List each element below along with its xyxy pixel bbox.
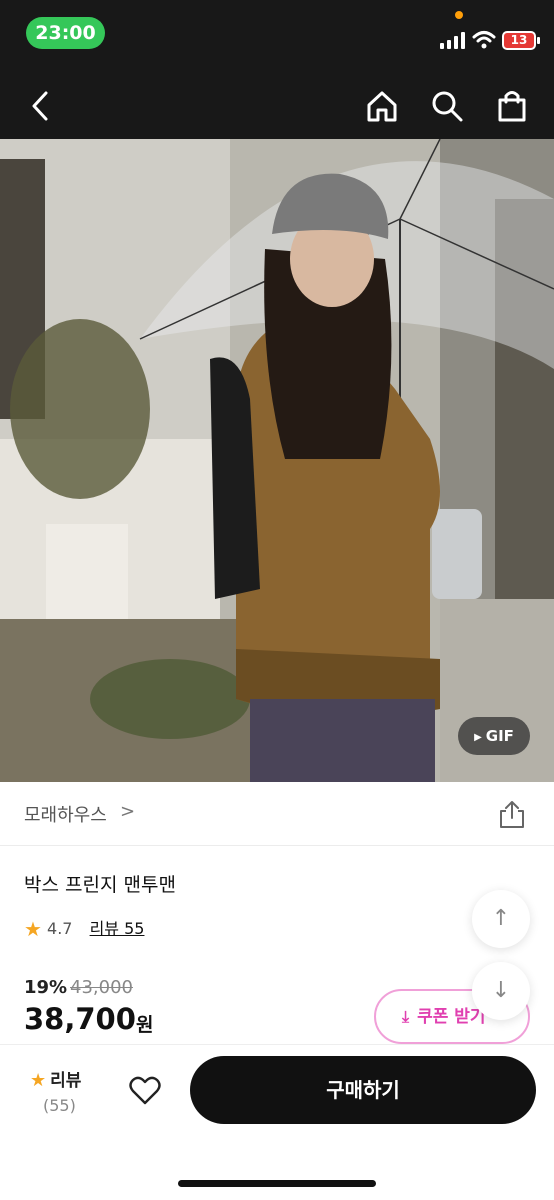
original-price: 43,000 xyxy=(70,977,133,998)
home-indicator xyxy=(178,1180,376,1187)
heart-icon[interactable] xyxy=(128,1074,162,1108)
bottom-review-label: 리뷰 xyxy=(50,1071,82,1091)
product-photo-illustration xyxy=(0,139,554,782)
currency-unit: 원 xyxy=(136,1014,154,1036)
home-icon xyxy=(367,91,397,122)
shopping-bag-icon xyxy=(498,91,526,122)
cart-button[interactable] xyxy=(494,88,530,124)
status-time: 23:00 xyxy=(26,17,105,49)
wifi-icon xyxy=(472,31,496,49)
review-link[interactable]: 리뷰 55 xyxy=(90,919,145,938)
scroll-down-button[interactable]: ↓ xyxy=(472,962,530,1020)
chevron-left-icon xyxy=(32,91,48,121)
battery-cap xyxy=(537,37,540,44)
discount-rate: 19% xyxy=(24,977,68,998)
star-icon: ★ xyxy=(24,917,42,941)
search-icon xyxy=(432,91,463,122)
search-button[interactable] xyxy=(429,88,465,124)
scroll-top-button[interactable]: ↑ xyxy=(472,890,530,948)
shop-row[interactable]: 모래하우스 > xyxy=(0,782,554,846)
star-icon: ★ xyxy=(30,1070,47,1091)
bottom-review-count: (55) xyxy=(43,1096,76,1115)
download-icon: ⤓ xyxy=(402,1007,410,1026)
privacy-indicator xyxy=(455,11,463,19)
gif-badge[interactable]: ▶ GIF xyxy=(458,717,530,755)
chevron-right-icon: > xyxy=(120,801,136,822)
battery-indicator: 13 xyxy=(502,31,536,50)
cellular-signal-icon xyxy=(440,32,465,49)
share-icon[interactable] xyxy=(497,799,527,829)
gif-badge-label: GIF xyxy=(485,727,514,745)
shop-name[interactable]: 모래하우스 xyxy=(24,801,107,827)
play-icon: ▶ xyxy=(474,732,482,743)
rating-value: 4.7 xyxy=(47,919,73,938)
buy-button[interactable]: 구매하기 xyxy=(190,1056,536,1124)
bottom-review-button[interactable]: ★ 리뷰 xyxy=(30,1066,81,1091)
home-button[interactable] xyxy=(364,88,400,124)
rating-row: ★ 4.7 리뷰 55 xyxy=(24,915,145,941)
product-image[interactable] xyxy=(0,139,554,782)
top-bar: 23:00 13 xyxy=(0,0,554,139)
coupon-button-label: 쿠폰 받기 xyxy=(417,1007,486,1027)
sale-price: 38,700 xyxy=(24,1002,136,1036)
product-title: 박스 프린지 맨투맨 xyxy=(24,874,176,896)
back-button[interactable] xyxy=(24,88,60,124)
